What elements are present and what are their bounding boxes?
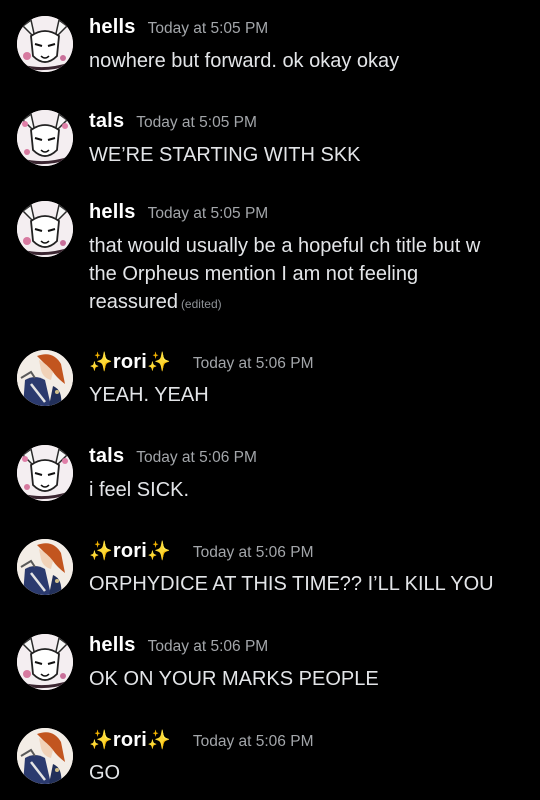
message-line: YEAH. YEAH (89, 384, 209, 406)
username[interactable]: tals (89, 445, 124, 468)
avatar[interactable] (17, 350, 73, 406)
message-header: hells Today at 5:06 PM (89, 634, 268, 662)
message-line: that would usually be a hopeful ch title… (89, 235, 481, 257)
sparkle-icon: ✨ (89, 352, 113, 373)
username[interactable]: ✨rori✨ (89, 350, 171, 374)
username[interactable]: ✨rori✨ (89, 728, 171, 752)
sparkle-icon: ✨ (147, 352, 171, 373)
message-header: ✨rori✨ Today at 5:06 PM (89, 728, 313, 756)
username-text: rori (112, 540, 147, 562)
message-line: i feel SICK. (89, 479, 190, 501)
timestamp: Today at 5:06 PM (192, 733, 314, 750)
message-line-text: reassured (89, 291, 178, 313)
fox-mask-avatar-icon (17, 634, 73, 690)
username-text: rori (112, 351, 147, 373)
avatar[interactable] (17, 728, 73, 784)
message-header: hells Today at 5:05 PM (89, 16, 268, 44)
chat-log: hells Today at 5:05 PM nowhere but forwa… (0, 0, 540, 800)
username[interactable]: tals (89, 110, 124, 133)
message-content: ORPHYDICE AT THIS TIME?? I’LL KILL YOU (89, 570, 529, 598)
character-avatar-icon (17, 350, 73, 406)
message-header: ✨rori✨ Today at 5:06 PM (89, 539, 313, 567)
message-line: GO (89, 762, 121, 784)
fox-mask-avatar-icon (17, 445, 73, 501)
character-avatar-icon (17, 539, 73, 595)
message-content: nowhere but forward. ok okay okay (89, 47, 529, 75)
message-header: tals Today at 5:06 PM (89, 445, 257, 473)
timestamp: Today at 5:06 PM (192, 544, 314, 561)
message-content: GO (89, 759, 529, 787)
fox-mask-avatar-icon (17, 16, 73, 72)
message-line: OK ON YOUR MARKS PEOPLE (89, 668, 379, 690)
message-header: hells Today at 5:05 PM (89, 201, 268, 229)
message-line: nowhere but forward. ok okay okay (89, 50, 400, 72)
username[interactable]: hells (89, 634, 136, 657)
timestamp: Today at 5:05 PM (147, 205, 269, 222)
message-header: tals Today at 5:05 PM (89, 110, 257, 138)
message-line: WE’RE STARTING WITH SKK (89, 144, 361, 166)
message-content: YEAH. YEAH (89, 381, 529, 409)
message-content: WE’RE STARTING WITH SKK (89, 141, 529, 169)
avatar[interactable] (17, 16, 73, 72)
edited-label: (edited) (180, 297, 222, 311)
sparkle-icon: ✨ (147, 541, 171, 562)
message-content: OK ON YOUR MARKS PEOPLE (89, 665, 529, 693)
username[interactable]: ✨rori✨ (89, 539, 171, 563)
timestamp: Today at 5:06 PM (192, 355, 314, 372)
avatar[interactable] (17, 539, 73, 595)
sparkle-icon: ✨ (147, 730, 171, 751)
username[interactable]: hells (89, 201, 136, 224)
message-content: that would usually be a hopeful ch title… (89, 232, 529, 318)
fox-mask-avatar-icon (17, 201, 73, 257)
message-line: the Orpheus mention I am not feeling (89, 263, 419, 285)
avatar[interactable] (17, 201, 73, 257)
message-line: ORPHYDICE AT THIS TIME?? I’LL KILL YOU (89, 573, 494, 595)
timestamp: Today at 5:06 PM (136, 449, 257, 466)
timestamp: Today at 5:06 PM (147, 638, 269, 655)
sparkle-icon: ✨ (89, 730, 113, 751)
avatar[interactable] (17, 634, 73, 690)
message-header: ✨rori✨ Today at 5:06 PM (89, 350, 313, 378)
username-text: rori (112, 729, 147, 751)
message-content: i feel SICK. (89, 476, 529, 504)
message-line: reassured (edited) (89, 288, 529, 318)
avatar[interactable] (17, 445, 73, 501)
timestamp: Today at 5:05 PM (136, 114, 257, 131)
fox-mask-avatar-icon (17, 110, 73, 166)
timestamp: Today at 5:05 PM (147, 20, 269, 37)
character-avatar-icon (17, 728, 73, 784)
username[interactable]: hells (89, 16, 136, 39)
sparkle-icon: ✨ (89, 541, 113, 562)
avatar[interactable] (17, 110, 73, 166)
